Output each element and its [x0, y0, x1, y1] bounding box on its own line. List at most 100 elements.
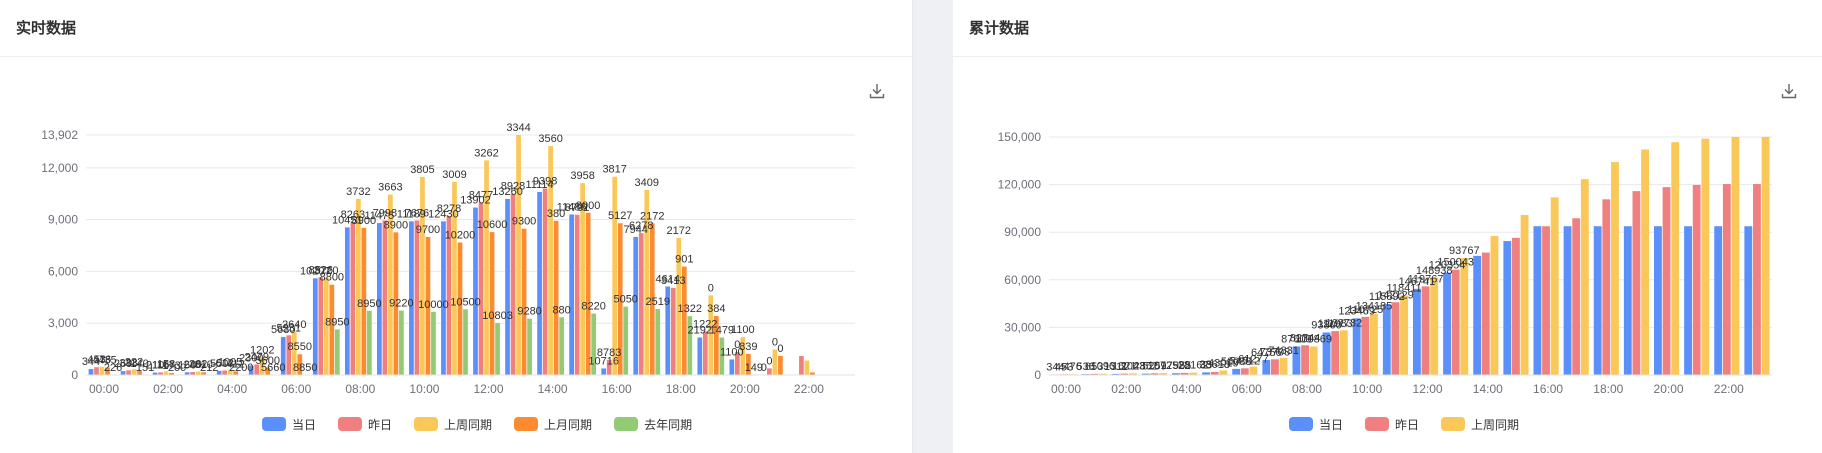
bar[interactable] — [670, 287, 676, 375]
bar[interactable] — [1490, 235, 1499, 375]
bar[interactable] — [1339, 330, 1348, 375]
legend-item[interactable]: 当日 — [1289, 416, 1343, 433]
bar[interactable] — [367, 310, 372, 375]
bar[interactable] — [729, 359, 735, 375]
bar[interactable] — [1761, 136, 1770, 375]
bar[interactable] — [463, 309, 468, 375]
bar[interactable] — [495, 323, 500, 375]
bar[interactable] — [1370, 313, 1378, 375]
bar[interactable] — [1744, 226, 1753, 375]
bar[interactable] — [804, 360, 810, 375]
bar[interactable] — [1382, 304, 1391, 375]
legend-item[interactable]: 上周同期 — [414, 416, 492, 433]
bar[interactable] — [559, 317, 564, 375]
bar[interactable] — [1542, 226, 1550, 375]
bar[interactable] — [1722, 184, 1731, 375]
legend-item[interactable]: 上周同期 — [1441, 416, 1519, 433]
bar[interactable] — [1572, 218, 1581, 375]
bar[interactable] — [318, 277, 324, 375]
bar[interactable] — [350, 222, 356, 375]
bar[interactable] — [601, 368, 607, 375]
bar[interactable] — [1503, 241, 1512, 375]
bar[interactable] — [457, 242, 463, 375]
bar[interactable] — [1753, 184, 1761, 375]
bar[interactable] — [1232, 368, 1241, 375]
bar[interactable] — [1279, 357, 1288, 375]
bar[interactable] — [489, 232, 495, 375]
bar[interactable] — [1533, 226, 1542, 375]
legend-item[interactable]: 去年同期 — [614, 416, 692, 433]
bar[interactable] — [1413, 288, 1421, 375]
bar[interactable] — [344, 227, 350, 375]
bar[interactable] — [399, 310, 404, 375]
bar[interactable] — [612, 176, 618, 375]
bar[interactable] — [329, 284, 335, 375]
bar[interactable] — [1331, 331, 1340, 375]
bar[interactable] — [1714, 226, 1723, 375]
bar[interactable] — [767, 368, 772, 375]
bar[interactable] — [88, 369, 94, 375]
bar[interactable] — [126, 370, 131, 375]
bar[interactable] — [414, 220, 420, 375]
bar[interactable] — [1701, 138, 1710, 375]
bar[interactable] — [1520, 214, 1529, 375]
bar[interactable] — [553, 220, 559, 375]
bar[interactable] — [799, 356, 804, 375]
bar[interactable] — [1563, 226, 1572, 375]
bar[interactable] — [1421, 286, 1430, 375]
bar[interactable] — [1400, 295, 1408, 375]
bar[interactable] — [382, 220, 388, 375]
legend-item[interactable]: 上月同期 — [514, 416, 592, 433]
bar[interactable] — [1641, 149, 1649, 375]
bar[interactable] — [1361, 316, 1370, 375]
bar[interactable] — [1249, 366, 1258, 375]
bar[interactable] — [1662, 187, 1671, 375]
bar[interactable] — [94, 367, 99, 375]
bar[interactable] — [1473, 255, 1482, 375]
bar[interactable] — [431, 311, 436, 375]
bar[interactable] — [655, 309, 661, 375]
bar[interactable] — [1512, 237, 1520, 375]
bar[interactable] — [1219, 370, 1228, 375]
bar[interactable] — [1460, 258, 1469, 375]
bar[interactable] — [702, 331, 708, 375]
bar[interactable] — [1623, 226, 1632, 375]
bar[interactable] — [569, 214, 574, 375]
bar[interactable] — [1580, 179, 1589, 375]
bar[interactable] — [1632, 191, 1641, 375]
bar[interactable] — [516, 135, 521, 375]
bar[interactable] — [1602, 199, 1611, 375]
bar[interactable] — [1240, 368, 1249, 375]
bar[interactable] — [222, 370, 228, 375]
legend-item[interactable]: 当日 — [262, 416, 316, 433]
bar[interactable] — [1692, 184, 1701, 375]
bar[interactable] — [1671, 142, 1680, 375]
bar[interactable] — [1611, 162, 1619, 375]
legend-item[interactable]: 昨日 — [1365, 416, 1419, 433]
bar[interactable] — [638, 233, 644, 375]
bar[interactable] — [1309, 346, 1318, 375]
bar[interactable] — [1654, 226, 1662, 375]
bar[interactable] — [334, 329, 340, 375]
bar[interactable] — [1593, 226, 1602, 375]
bar[interactable] — [1550, 197, 1559, 375]
bar[interactable] — [1481, 252, 1490, 375]
bar[interactable] — [1451, 269, 1460, 375]
bar[interactable] — [312, 278, 318, 375]
bar[interactable] — [527, 318, 532, 375]
bar[interactable] — [1731, 136, 1740, 375]
bar[interactable] — [1391, 302, 1400, 375]
bar[interactable] — [1301, 345, 1309, 375]
bar[interactable] — [574, 214, 580, 375]
bar[interactable] — [778, 356, 783, 375]
bar[interactable] — [623, 306, 629, 375]
bar[interactable] — [1443, 272, 1451, 375]
bar[interactable] — [1430, 277, 1439, 375]
bar[interactable] — [697, 337, 703, 375]
bar[interactable] — [633, 236, 639, 375]
bar[interactable] — [537, 192, 542, 375]
bar[interactable] — [585, 212, 591, 375]
bar[interactable] — [521, 228, 527, 375]
bar[interactable] — [1684, 226, 1692, 375]
legend-item[interactable]: 昨日 — [338, 416, 392, 433]
